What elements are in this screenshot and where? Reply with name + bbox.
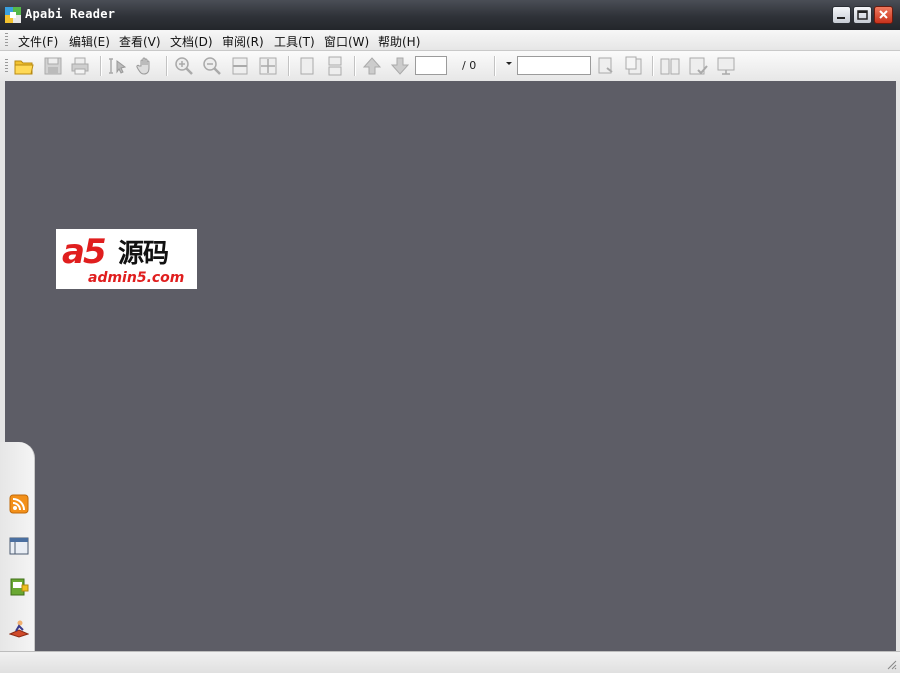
next-page-icon[interactable] (390, 56, 410, 76)
continuous-page-icon[interactable] (325, 56, 345, 76)
previous-page-icon[interactable] (362, 56, 382, 76)
search-input[interactable] (517, 56, 591, 75)
zoom-out-icon[interactable] (202, 56, 222, 76)
title-bar: Apabi Reader (0, 0, 900, 31)
book-view-icon[interactable] (660, 56, 680, 76)
select-text-icon[interactable] (108, 56, 128, 76)
menu-tools[interactable]: 工具(T) (274, 33, 315, 50)
logo-mark: a5 (62, 232, 107, 272)
menu-edit[interactable]: 编辑(E) (69, 33, 110, 50)
menu-review[interactable]: 审阅(R) (222, 33, 264, 50)
fit-page-icon[interactable] (258, 56, 278, 76)
reading-icon[interactable] (9, 618, 29, 638)
window-title: Apabi Reader (25, 7, 116, 21)
toolbar-separator (100, 56, 102, 76)
page-total-label: / 0 (462, 59, 477, 72)
menubar-grip[interactable] (5, 33, 8, 47)
bookmark-view-icon[interactable] (688, 56, 708, 76)
page-number-input[interactable] (415, 56, 447, 75)
library-icon[interactable] (9, 577, 29, 597)
toolbar (0, 51, 900, 82)
layout-panel-icon[interactable] (9, 536, 29, 556)
toolbar-separator (288, 56, 290, 76)
admin5-logo: a5 源码 admin5.com (56, 229, 197, 289)
toolbar-separator (354, 56, 356, 76)
hand-tool-icon[interactable] (136, 56, 156, 76)
save-icon[interactable] (43, 56, 63, 76)
menu-bar: 文件(F) 编辑(E) 查看(V) 文档(D) 审阅(R) 工具(T) 窗口(W… (0, 30, 900, 51)
menu-help[interactable]: 帮助(H) (378, 33, 420, 50)
menu-document[interactable]: 文档(D) (170, 33, 213, 50)
single-page-icon[interactable] (297, 56, 317, 76)
minimize-button[interactable] (832, 6, 851, 24)
menu-view[interactable]: 查看(V) (119, 33, 161, 50)
resize-grip-icon[interactable] (885, 658, 897, 670)
apabi-app-icon[interactable] (5, 7, 21, 23)
toolbar-separator (652, 56, 654, 76)
menu-window[interactable]: 窗口(W) (324, 33, 369, 50)
toolbar-separator (494, 56, 496, 76)
fit-width-icon[interactable] (230, 56, 250, 76)
zoom-in-icon[interactable] (174, 56, 194, 76)
status-bar (0, 651, 900, 673)
rss-icon[interactable] (9, 494, 29, 514)
menu-file[interactable]: 文件(F) (18, 33, 58, 50)
search-dropdown-arrow[interactable] (506, 62, 512, 65)
logo-text: 源码 (118, 239, 169, 269)
open-folder-icon[interactable] (14, 56, 34, 76)
logo-domain: admin5.com (88, 270, 185, 286)
sidebar-panel (0, 442, 35, 651)
toolbar-separator (166, 56, 168, 76)
toolbar-grip[interactable] (5, 59, 8, 73)
find-prev-icon[interactable] (624, 56, 644, 76)
presentation-icon[interactable] (716, 56, 736, 76)
print-icon[interactable] (70, 56, 90, 76)
maximize-button[interactable] (853, 6, 872, 24)
minimize-icon (837, 17, 845, 19)
document-workspace[interactable] (5, 81, 896, 651)
find-next-icon[interactable] (596, 56, 616, 76)
close-icon (879, 10, 888, 19)
close-button[interactable] (874, 6, 893, 24)
right-frame (896, 81, 900, 651)
maximize-icon (857, 10, 868, 20)
